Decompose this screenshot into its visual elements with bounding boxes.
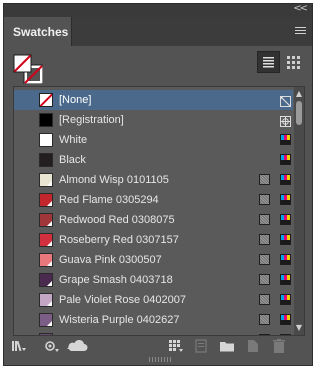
global-process-icon	[259, 314, 270, 325]
swatch-color-chip	[39, 213, 53, 227]
cmyk-mode-icon	[280, 274, 291, 285]
swatch-kinds-icon[interactable]	[42, 337, 62, 355]
swatches-panel: << Swatches Wisteria Purple 0402627 Pale…	[3, 3, 313, 366]
new-swatch-icon[interactable]	[244, 337, 262, 355]
collapse-panel-icon[interactable]: <<	[293, 4, 308, 14]
scrollbar[interactable]: ▲ ▼	[294, 87, 304, 335]
swatch-color-chip	[39, 273, 53, 287]
swatch-list[interactable]: Creative Mauve 0403718 Wisteria Purple 04…	[13, 86, 305, 336]
trash-icon[interactable]	[270, 337, 288, 355]
global-process-icon	[259, 334, 270, 335]
panel-tab-bar: Swatches	[4, 17, 312, 46]
cmyk-mode-icon	[280, 294, 291, 305]
swatch-name-label: Red Flame 0305294	[59, 194, 159, 206]
fill-stroke-indicator[interactable]	[13, 54, 43, 84]
global-process-icon	[259, 274, 270, 285]
resize-grip[interactable]	[149, 357, 171, 362]
cmyk-mode-icon	[280, 194, 291, 205]
swatch-name-label: Pale Violet Rose 0402007	[59, 294, 187, 306]
scroll-up-icon[interactable]: ▲	[294, 89, 304, 99]
swatch-row[interactable]: Guava Pink 0300507	[14, 250, 293, 270]
swatch-name-label: Grape Smash 0403718	[59, 274, 173, 286]
registration-icon	[280, 114, 291, 127]
swatch-name-label: Creative Mauve 0403718	[59, 330, 182, 335]
cmyk-mode-icon	[280, 314, 291, 325]
swatch-name-label: Guava Pink 0300507	[59, 254, 162, 266]
cmyk-mode-icon	[280, 214, 291, 225]
folder-icon[interactable]	[218, 337, 236, 355]
swatch-name-label: White	[59, 134, 88, 146]
grid-view-icon	[287, 56, 300, 69]
panel-title-bar[interactable]: <<	[4, 4, 312, 17]
swatch-name-label: Black	[59, 154, 86, 166]
non-editable-icon	[280, 94, 291, 107]
global-process-icon	[259, 214, 270, 225]
swatch-color-chip	[39, 133, 53, 147]
global-process-icon	[259, 254, 270, 265]
swatch-name-label: Roseberry Red 0307157	[59, 234, 179, 246]
scroll-down-icon[interactable]: ▼	[294, 323, 304, 333]
thumbnail-view-button[interactable]	[282, 51, 305, 73]
cmyk-mode-icon	[280, 334, 291, 335]
swatch-row[interactable]: Pale Violet Rose 0402007	[14, 290, 293, 310]
list-view-button[interactable]	[257, 51, 280, 73]
swatch-color-chip	[39, 113, 53, 127]
swatch-color-chip	[39, 153, 53, 167]
swatch-row[interactable]: [None]	[14, 90, 293, 110]
swatch-row[interactable]: Roseberry Red 0307157	[14, 230, 293, 250]
swatch-row[interactable]: Black	[14, 150, 293, 170]
tab-swatches[interactable]: Swatches	[4, 17, 72, 46]
cmyk-mode-icon	[280, 174, 291, 185]
scrollbar-thumb[interactable]	[296, 101, 302, 125]
cmyk-mode-icon	[280, 234, 291, 245]
bottom-toolbar	[4, 337, 312, 355]
color-group-icon[interactable]	[166, 337, 186, 355]
swatch-options-icon[interactable]	[192, 337, 210, 355]
swatch-color-chip	[39, 93, 53, 107]
hamburger-menu-icon[interactable]	[295, 27, 306, 36]
global-process-icon	[259, 174, 270, 185]
swatch-row[interactable]: Wisteria Purple 0402627	[14, 310, 293, 330]
library-books-icon[interactable]	[10, 337, 28, 355]
cmyk-mode-icon	[280, 154, 291, 165]
swatch-color-chip	[39, 173, 53, 187]
swatch-row[interactable]: Grape Smash 0403718	[14, 270, 293, 290]
global-process-icon	[259, 194, 270, 205]
cmyk-mode-icon	[280, 134, 291, 145]
list-view-icon	[263, 57, 274, 68]
swatch-row[interactable]: [Registration]	[14, 110, 293, 130]
swatch-row[interactable]: Creative Mauve 0403718	[14, 330, 293, 335]
swatch-name-label: [None]	[59, 94, 92, 106]
swatch-row[interactable]: Red Flame 0305294	[14, 190, 293, 210]
swatch-row[interactable]: Almond Wisp 0101105	[14, 170, 293, 190]
cmyk-mode-icon	[280, 254, 291, 265]
cloud-icon[interactable]	[66, 337, 90, 355]
swatch-color-chip	[39, 333, 53, 335]
swatch-name-label: Almond Wisp 0101105	[59, 174, 169, 186]
swatch-name-label: [Registration]	[59, 114, 124, 126]
swatch-color-chip	[39, 233, 53, 247]
fill-none-icon	[13, 54, 32, 73]
swatch-color-chip	[39, 313, 53, 327]
global-process-icon	[259, 294, 270, 305]
swatch-color-chip	[39, 193, 53, 207]
swatch-color-chip	[39, 293, 53, 307]
swatch-row[interactable]: White	[14, 130, 293, 150]
global-process-icon	[259, 234, 270, 245]
swatch-color-chip	[39, 253, 53, 267]
swatch-name-label: Redwood Red 0308075	[59, 214, 175, 226]
swatch-row[interactable]: Redwood Red 0308075	[14, 210, 293, 230]
swatch-name-label: Wisteria Purple 0402627	[59, 314, 180, 326]
